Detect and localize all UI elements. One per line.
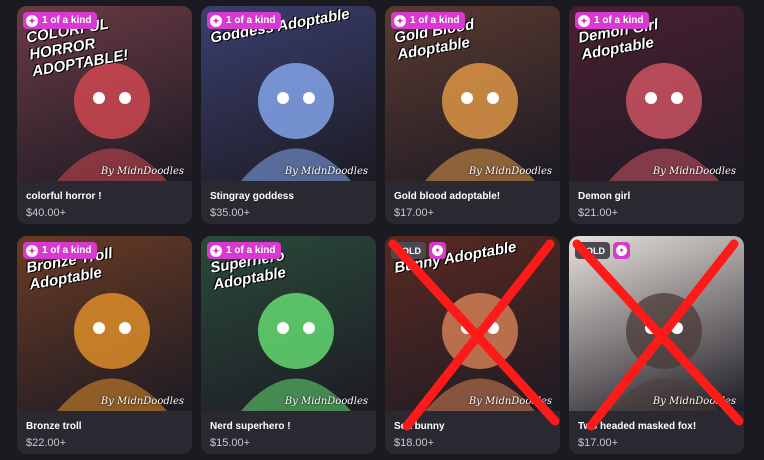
product-card[interactable]: Bronze Troll Adoptable By MidnDoodles ✦ 1 o… <box>17 236 192 454</box>
artist-signature: By MidnDoodles <box>652 166 736 177</box>
badge-label: 1 of a kind <box>594 15 644 26</box>
one-of-a-kind-badge: ✦ 1 of a kind <box>23 242 98 259</box>
product-thumbnail[interactable]: Goddess Adoptable By MidnDoodles ✦ 1 of a k… <box>201 6 376 181</box>
one-of-a-kind-badge: ✦ 1 of a kind <box>207 12 282 29</box>
artist-signature: By MidnDoodles <box>100 166 184 177</box>
badge-label: 1 of a kind <box>42 245 92 256</box>
sparkle-icon: ✦ <box>432 245 444 256</box>
sparkle-icon: ✦ <box>210 14 222 27</box>
product-price: $17.00+ <box>578 437 619 449</box>
one-of-a-kind-badge: ✦ 1 of a kind <box>575 12 650 29</box>
one-of-a-kind-badge: ✦ 1 of a kind <box>391 12 466 29</box>
product-price: $35.00+ <box>210 207 251 219</box>
product-price: $22.00+ <box>26 437 67 449</box>
sold-badge: SOLD <box>391 242 427 259</box>
artist-signature: By MidnDoodles <box>652 396 736 407</box>
product-thumbnail[interactable]: Demon Girl Adoptable By MidnDoodles ✦ 1 of … <box>569 6 744 181</box>
product-card[interactable]: Bunny Adoptable By MidnDoodles SOLD ✦ Sea bu… <box>385 236 560 454</box>
product-name[interactable]: Stingray goddess <box>210 191 294 202</box>
product-price: $18.00+ <box>394 437 435 449</box>
character-art-icon <box>609 293 719 411</box>
one-of-a-kind-badge: ✦ 1 of a kind <box>23 12 98 29</box>
product-name[interactable]: colorful horror ! <box>26 191 102 202</box>
product-name[interactable]: Two headed masked fox! <box>578 421 696 432</box>
badge-label: 1 of a kind <box>226 245 276 256</box>
artist-signature: By MidnDoodles <box>284 166 368 177</box>
artist-signature: By MidnDoodles <box>468 396 552 407</box>
product-price: $17.00+ <box>394 207 435 219</box>
badge-label: 1 of a kind <box>226 15 276 26</box>
product-name[interactable]: Gold blood adoptable! <box>394 191 500 202</box>
artist-signature: By MidnDoodles <box>468 166 552 177</box>
product-thumbnail[interactable]: Gold Blood Adoptable By MidnDoodles ✦ 1 of … <box>385 6 560 181</box>
product-name[interactable]: Demon girl <box>578 191 630 202</box>
product-card[interactable]: Superhero Adoptable By MidnDoodles ✦ 1 of a… <box>201 236 376 454</box>
sold-badge: SOLD <box>575 242 611 259</box>
artist-signature: By MidnDoodles <box>284 396 368 407</box>
sparkle-icon: ✦ <box>26 244 38 257</box>
badge-label: 1 of a kind <box>42 15 92 26</box>
one-of-a-kind-icon: ✦ <box>429 242 447 259</box>
product-card[interactable]: Gold Blood Adoptable By MidnDoodles ✦ 1 of … <box>385 6 560 224</box>
product-name[interactable]: Nerd superhero ! <box>210 421 291 432</box>
one-of-a-kind-badge: ✦ 1 of a kind <box>207 242 282 259</box>
product-grid: COLORFUL HORROR ADOPTABLE! By MidnDoodles… <box>0 0 764 460</box>
sparkle-icon: ✦ <box>578 14 590 27</box>
sparkle-icon: ✦ <box>616 245 628 256</box>
product-thumbnail[interactable]: Bunny Adoptable By MidnDoodles SOLD ✦ <box>385 236 560 411</box>
product-thumbnail[interactable]: Bronze Troll Adoptable By MidnDoodles ✦ 1 o… <box>17 236 192 411</box>
product-card[interactable]: COLORFUL HORROR ADOPTABLE! By MidnDoodles… <box>17 6 192 224</box>
product-price: $21.00+ <box>578 207 619 219</box>
sold-badges: SOLD ✦ <box>391 242 447 259</box>
one-of-a-kind-icon: ✦ <box>613 242 631 259</box>
sparkle-icon: ✦ <box>26 14 38 27</box>
product-price: $15.00+ <box>210 437 251 449</box>
artist-signature: By MidnDoodles <box>100 396 184 407</box>
product-name[interactable]: Sea bunny <box>394 421 445 432</box>
product-thumbnail[interactable]: Superhero Adoptable By MidnDoodles ✦ 1 of a… <box>201 236 376 411</box>
badge-label: 1 of a kind <box>410 15 460 26</box>
product-card[interactable]: Goddess Adoptable By MidnDoodles ✦ 1 of a k… <box>201 6 376 224</box>
sparkle-icon: ✦ <box>394 14 406 27</box>
product-card[interactable]: Demon Girl Adoptable By MidnDoodles ✦ 1 of … <box>569 6 744 224</box>
sparkle-icon: ✦ <box>210 244 222 257</box>
product-thumbnail[interactable]: COLORFUL HORROR ADOPTABLE! By MidnDoodles… <box>17 6 192 181</box>
product-thumbnail[interactable]: By MidnDoodles SOLD ✦ <box>569 236 744 411</box>
product-name[interactable]: Bronze troll <box>26 421 82 432</box>
product-card[interactable]: By MidnDoodles SOLD ✦ Two headed masked fox… <box>569 236 744 454</box>
sold-badges: SOLD ✦ <box>575 242 631 259</box>
product-price: $40.00+ <box>26 207 67 219</box>
